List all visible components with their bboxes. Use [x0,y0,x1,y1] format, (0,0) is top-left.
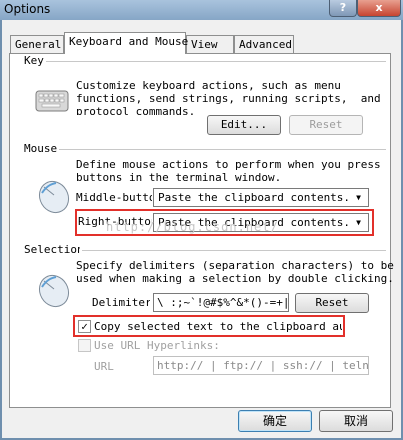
middle-button-label: Middle-button: [76,191,152,204]
middle-button-dropdown[interactable]: Paste the clipboard contents. ▼ [153,188,369,207]
tab-keyboard-and-mouse[interactable]: Keyboard and Mouse [64,32,188,54]
mouse-section-title: Mouse [24,142,60,155]
mouse-icon [38,274,70,308]
url-label: URL [94,360,114,373]
key-edit-button[interactable]: Edit... [207,115,281,135]
key-separator [34,61,386,62]
key-description: Customize keyboard actions, such as menu… [76,79,381,115]
selection-description: Specify delimiters (separation character… [76,259,394,285]
copy-option-highlight [73,315,345,337]
selection-section-title: Selection [24,243,80,256]
options-dialog: General Keyboard and Mouse View Advanced… [2,20,401,438]
tab-general[interactable]: General [10,35,64,53]
close-button[interactable]: x [357,0,401,17]
key-reset-button[interactable]: Reset [289,115,363,135]
keyboard-mouse-panel: Key Customize keyboard actions, such as … [9,53,394,408]
delimiters-label: Delimiters: [92,296,150,309]
mouse-description: Define mouse actions to perform when you… [76,158,381,184]
tab-view[interactable]: View [186,35,234,53]
title-bar[interactable]: Options ? x [0,0,403,20]
watermark: http://blog.csdn.net/ [106,220,279,234]
cancel-button[interactable]: 取消 [319,410,393,432]
url-input[interactable]: http:// | ftp:// | ssh:// | telnet:// | [153,356,369,375]
url-hyperlinks-label: Use URL Hyperlinks: [94,339,220,352]
help-button[interactable]: ? [329,0,357,17]
ok-button[interactable]: 确定 [238,410,312,432]
mouse-icon [38,180,70,214]
mouse-separator [58,149,386,150]
key-section-title: Key [24,54,46,67]
selection-separator [82,250,386,251]
dropdown-arrow-icon: ▼ [356,193,361,202]
keyboard-icon [35,90,69,112]
delimiters-reset-button[interactable]: Reset [295,293,369,313]
window-title: Options [4,2,51,16]
url-hyperlinks-checkbox[interactable] [78,339,91,352]
middle-button-value: Paste the clipboard contents. [158,191,351,204]
delimiters-input[interactable]: \ :;~`!@#$%^&*()-=+|[]{}'",.<>/? [153,293,289,312]
tab-advanced[interactable]: Advanced [234,35,294,53]
